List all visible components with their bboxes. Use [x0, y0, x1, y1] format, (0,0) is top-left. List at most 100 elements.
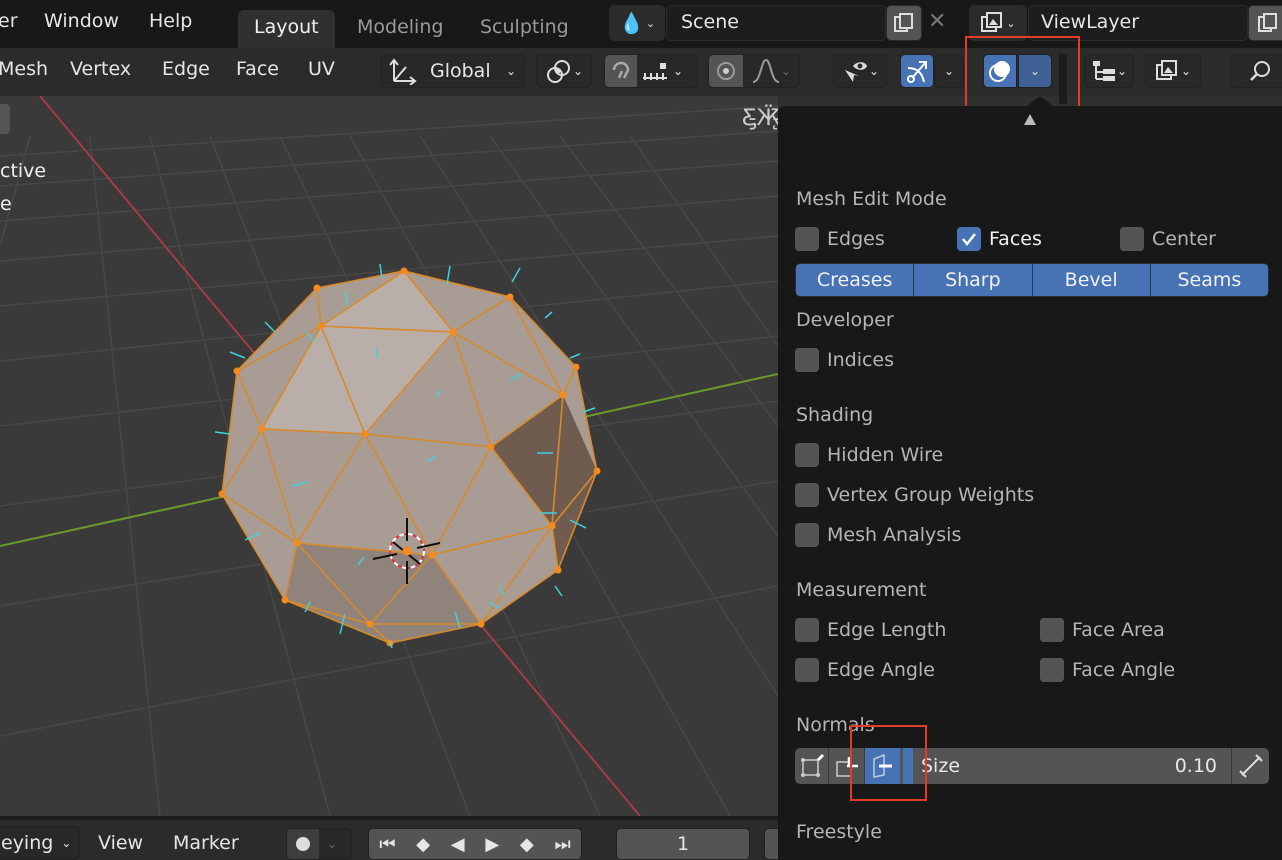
- menu-view[interactable]: View: [98, 832, 143, 854]
- edge-marks-toggles: Creases Sharp Bevel Seams: [795, 263, 1269, 297]
- scene-type-dropdown[interactable]: 💧 ⌄: [609, 5, 665, 41]
- play-reverse-icon[interactable]: ◀: [451, 834, 465, 855]
- checkbox-faces[interactable]: Faces: [957, 227, 1042, 251]
- icosphere-mesh[interactable]: [0, 96, 778, 816]
- checkbox-box: [795, 483, 819, 507]
- checkbox-edge-angle[interactable]: Edge Angle: [795, 658, 935, 682]
- checkbox-box: [1040, 658, 1064, 682]
- menu-vertex[interactable]: Vertex: [70, 58, 131, 80]
- keying-label: eying: [1, 832, 54, 854]
- checkbox-edges[interactable]: Edges: [795, 227, 885, 251]
- auto-keying-toggle[interactable]: [287, 829, 319, 859]
- chevron-down-icon: ⌄: [505, 64, 516, 78]
- gizmo-toggle[interactable]: [900, 54, 934, 88]
- face-normals-highlight-box: [850, 725, 927, 801]
- scroll-up-indicator[interactable]: [1024, 114, 1036, 125]
- tab-modeling[interactable]: Modeling: [341, 10, 459, 48]
- prev-keyframe-icon[interactable]: ◆: [416, 834, 430, 855]
- snapping-group: ⌄: [604, 54, 698, 88]
- vertex-normals-icon: [800, 753, 824, 777]
- tab-layout[interactable]: Layout: [238, 10, 335, 48]
- snap-magnet-icon: [612, 61, 630, 79]
- chevron-down-icon: ⌄: [572, 64, 584, 78]
- checkbox-label: Edge Length: [827, 619, 947, 641]
- toggle-seams[interactable]: Seams: [1150, 264, 1268, 296]
- constant-screen-size-toggle[interactable]: [1231, 748, 1269, 784]
- keying-dropdown[interactable]: eying ⌄: [0, 826, 80, 860]
- chevron-down-icon: ⌄: [943, 64, 955, 78]
- section-developer: Developer: [796, 309, 894, 331]
- checkbox-box: [795, 348, 819, 372]
- menu-render-partial[interactable]: er: [0, 10, 18, 32]
- toggle-bevel[interactable]: Bevel: [1032, 264, 1151, 296]
- checkbox-label: Center: [1152, 228, 1216, 250]
- checkbox-label: Edge Angle: [827, 659, 935, 681]
- menu-edge[interactable]: Edge: [162, 58, 210, 80]
- play-icon[interactable]: ▶: [485, 834, 499, 855]
- chevron-down-icon[interactable]: ⌄: [327, 837, 337, 851]
- jump-end-icon[interactable]: ⏭: [554, 834, 570, 855]
- checkbox-hidden-wire[interactable]: Hidden Wire: [795, 443, 943, 467]
- transform-orientation-dropdown[interactable]: Global ⌄: [381, 54, 525, 88]
- jump-start-icon[interactable]: ⏮: [379, 834, 395, 855]
- next-keyframe-icon[interactable]: ◆: [520, 834, 534, 855]
- selectability-dropdown[interactable]: ⌄: [833, 54, 887, 88]
- checkbox-box: [957, 227, 981, 251]
- checkbox-vertex-group-weights[interactable]: Vertex Group Weights: [795, 483, 1034, 507]
- proportional-edit-toggle[interactable]: [709, 55, 743, 87]
- duplicate-scene-button[interactable]: [886, 5, 922, 41]
- checkbox-face-area[interactable]: Face Area: [1040, 618, 1165, 642]
- gizmo-dropdown[interactable]: ⌄: [934, 54, 964, 88]
- menu-window[interactable]: Window: [44, 10, 119, 32]
- checkbox-center[interactable]: Center: [1120, 227, 1216, 251]
- section-freestyle: Freestyle: [796, 821, 882, 843]
- chevron-down-icon: ⌄: [1006, 16, 1016, 30]
- checkbox-label: Mesh Analysis: [827, 524, 962, 546]
- snap-toggle[interactable]: [605, 55, 637, 87]
- checkbox-face-angle[interactable]: Face Angle: [1040, 658, 1175, 682]
- menu-face[interactable]: Face: [236, 58, 279, 80]
- checkbox-box: [795, 227, 819, 251]
- chevron-down-icon: ⌄: [61, 836, 72, 850]
- arrows-diagonal-icon: [1238, 754, 1263, 778]
- toggle-creases[interactable]: Creases: [796, 264, 915, 296]
- close-icon[interactable]: ✕: [928, 9, 946, 34]
- toggle-sharp[interactable]: Sharp: [914, 264, 1033, 296]
- proportional-edit-icon: [717, 62, 735, 80]
- vertex-normals-toggle[interactable]: [795, 748, 829, 784]
- viewport-overlays-popover: Mesh Edit Mode Edges Faces Center Crease…: [778, 106, 1282, 860]
- checkbox-label: Faces: [989, 228, 1042, 250]
- tab-sculpting[interactable]: Sculpting: [464, 10, 585, 48]
- menu-marker[interactable]: Marker: [173, 832, 239, 854]
- duplicate-view-layer-button[interactable]: [1248, 5, 1282, 41]
- falloff-curve-icon[interactable]: [751, 58, 781, 84]
- checkbox-indices[interactable]: Indices: [795, 348, 894, 372]
- checkbox-box: [795, 443, 819, 467]
- checkbox-label: Hidden Wire: [827, 444, 944, 466]
- display-filter-dropdown[interactable]: ⌄: [1145, 54, 1201, 88]
- 3d-viewport[interactable]: ctive e Ƹ̵̡Ӝ̵̨̄Ʒ: [0, 96, 778, 816]
- checkbox-label: Indices: [827, 349, 895, 371]
- checkbox-box: [795, 523, 819, 547]
- chevron-down-icon: ⌄: [645, 16, 656, 30]
- copy-icon: [1258, 13, 1277, 32]
- checkbox-label: Vertex Group Weights: [827, 484, 1035, 506]
- outliner-display-dropdown[interactable]: ⌄: [1084, 54, 1134, 88]
- checkbox-mesh-analysis[interactable]: Mesh Analysis: [795, 523, 961, 547]
- chevron-down-icon[interactable]: ⌄: [673, 64, 683, 78]
- menu-mesh[interactable]: Mesh: [0, 58, 48, 80]
- current-frame-field[interactable]: 1: [616, 828, 750, 860]
- pivot-point-icon: [546, 60, 570, 83]
- search-button[interactable]: [1230, 54, 1282, 88]
- snap-increment-icon[interactable]: [641, 60, 671, 82]
- chevron-down-icon: ⌄: [868, 64, 880, 78]
- menu-help[interactable]: Help: [149, 10, 192, 32]
- scene-name-field[interactable]: Scene: [666, 5, 886, 41]
- normals-size-value[interactable]: 0.10: [1175, 755, 1217, 777]
- menu-uv[interactable]: UV: [308, 58, 335, 80]
- pivot-point-dropdown[interactable]: ⌄: [536, 54, 592, 88]
- outliner-display-icon: [1092, 61, 1115, 81]
- checkbox-label: Face Angle: [1072, 659, 1176, 681]
- checkbox-edge-length[interactable]: Edge Length: [795, 618, 946, 642]
- header-divider: [1059, 54, 1067, 104]
